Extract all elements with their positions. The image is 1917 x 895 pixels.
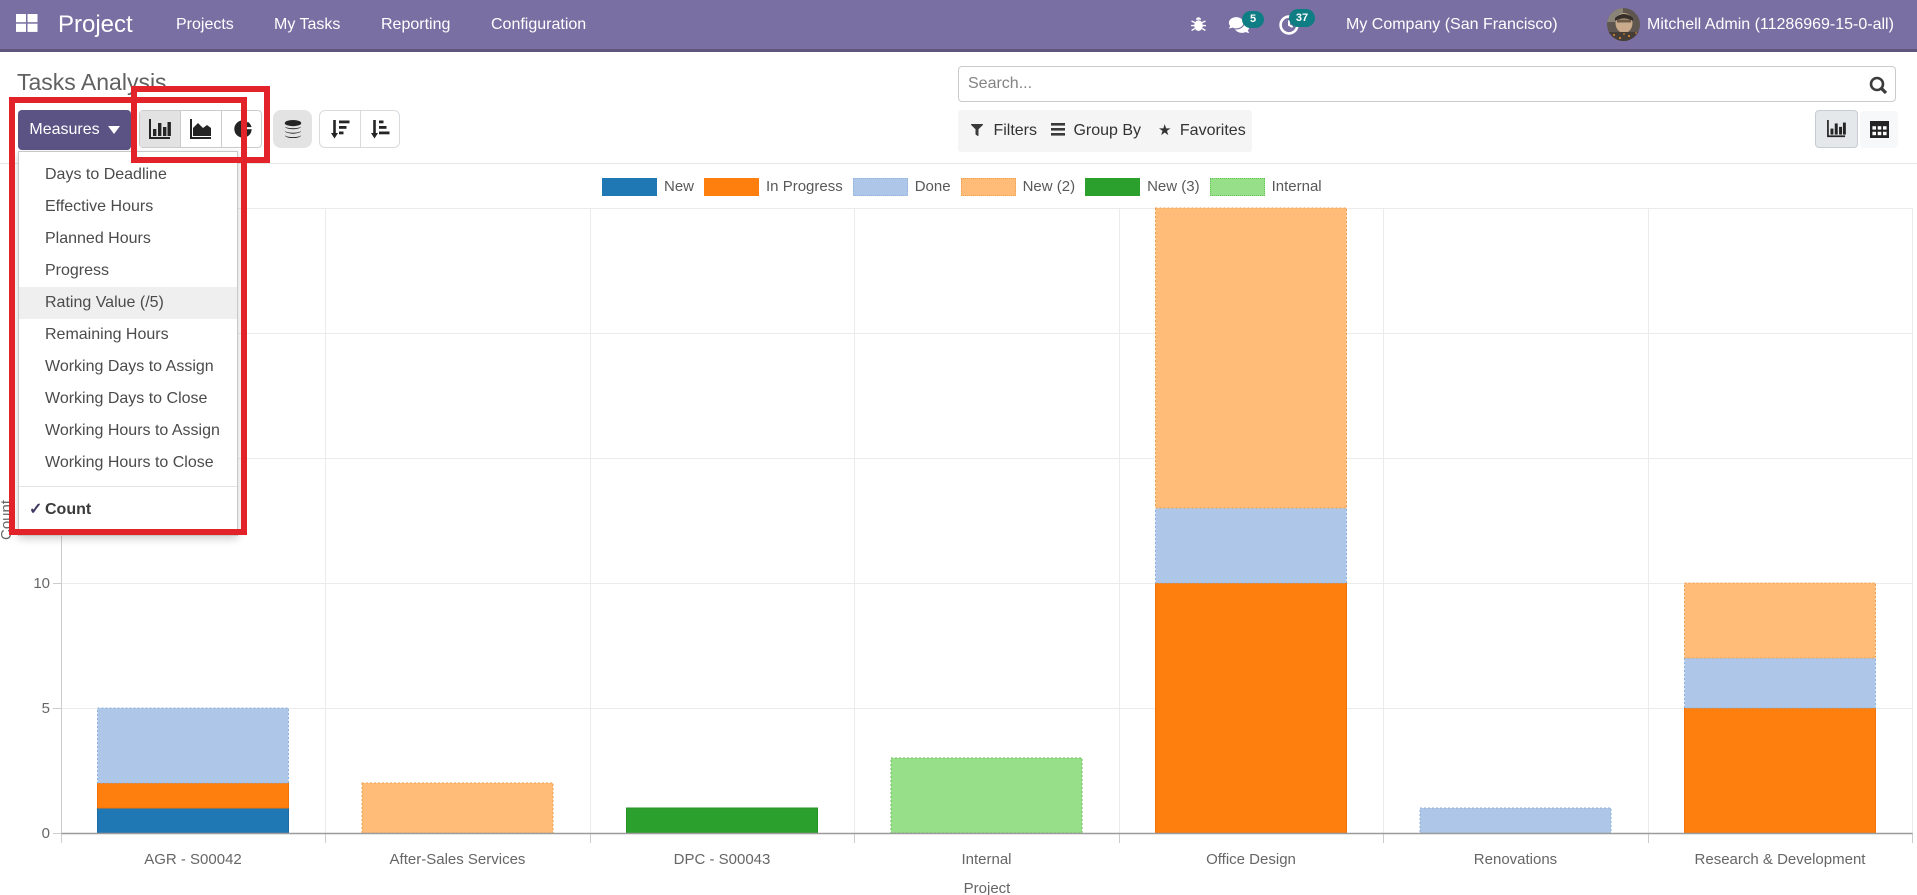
svg-text:Research & Development: Research & Development	[1695, 851, 1867, 868]
svg-text:After-Sales Services: After-Sales Services	[390, 851, 526, 868]
svg-text:0: 0	[42, 825, 50, 842]
svg-text:Office Design: Office Design	[1206, 851, 1296, 868]
svg-text:DPC - S00043: DPC - S00043	[674, 851, 771, 868]
svg-text:Renovations: Renovations	[1474, 851, 1557, 868]
svg-text:5: 5	[42, 700, 50, 717]
svg-text:Project: Project	[964, 880, 1012, 895]
svg-text:Internal: Internal	[961, 851, 1011, 868]
svg-text:AGR - S00042: AGR - S00042	[144, 851, 242, 868]
svg-text:10: 10	[33, 575, 50, 592]
